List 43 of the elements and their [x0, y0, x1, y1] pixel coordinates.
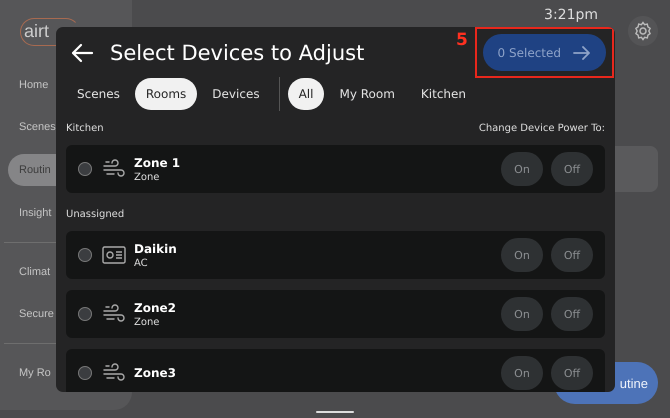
back-arrow-icon [70, 42, 94, 62]
radio-button[interactable] [78, 248, 92, 262]
group-label: Unassigned [66, 208, 124, 220]
filter-tab[interactable]: Rooms [134, 78, 198, 110]
radio-button[interactable] [78, 162, 92, 176]
back-button[interactable] [70, 42, 94, 62]
settings-button[interactable] [628, 16, 658, 46]
settings-icon [633, 21, 653, 41]
device-name: Zone3 [134, 366, 177, 380]
column-heading: Change Device Power To: [478, 122, 605, 134]
device-row[interactable]: Zone 1 Zone On Off [66, 145, 605, 193]
ac-unit-icon [102, 244, 126, 266]
radio-button[interactable] [78, 366, 92, 380]
device-type: Zone [134, 172, 160, 182]
filter-tab[interactable]: Scenes [66, 78, 131, 110]
device-row[interactable]: Zone3 On Off [66, 349, 605, 392]
off-button[interactable]: Off [551, 297, 593, 331]
group-label: Kitchen [66, 122, 104, 134]
home-indicator [316, 411, 354, 413]
filter-tab[interactable]: My Room [328, 78, 406, 110]
right-arrow-icon [573, 46, 591, 60]
device-row[interactable]: Daikin AC On Off [66, 231, 605, 279]
on-button[interactable]: On [501, 238, 543, 272]
radio-button[interactable] [78, 307, 92, 321]
off-button[interactable]: Off [551, 152, 593, 186]
filter-tab[interactable]: Devices [201, 78, 271, 110]
on-button[interactable]: On [501, 356, 543, 390]
device-type: Zone [134, 316, 160, 328]
off-button[interactable]: Off [551, 238, 593, 272]
device-row[interactable]: Zone2 Zone On Off [66, 290, 605, 338]
annotation-number: 5 [456, 30, 468, 50]
device-name: Zone2 [134, 300, 177, 314]
device-name: Daikin [134, 242, 178, 256]
clock-time: 3:21pm [544, 7, 598, 23]
on-button[interactable]: On [501, 152, 543, 186]
on-button[interactable]: On [501, 297, 543, 331]
dialog-title: Select Devices to Adjust [110, 40, 366, 64]
filter-tab[interactable]: Kitchen [410, 78, 478, 110]
filter-tab[interactable]: All [288, 78, 324, 110]
next-button[interactable]: 0 Selected [482, 34, 606, 71]
off-button[interactable]: Off [551, 356, 593, 390]
device-type: AC [134, 258, 149, 268]
device-name: Zone 1 [134, 156, 182, 170]
